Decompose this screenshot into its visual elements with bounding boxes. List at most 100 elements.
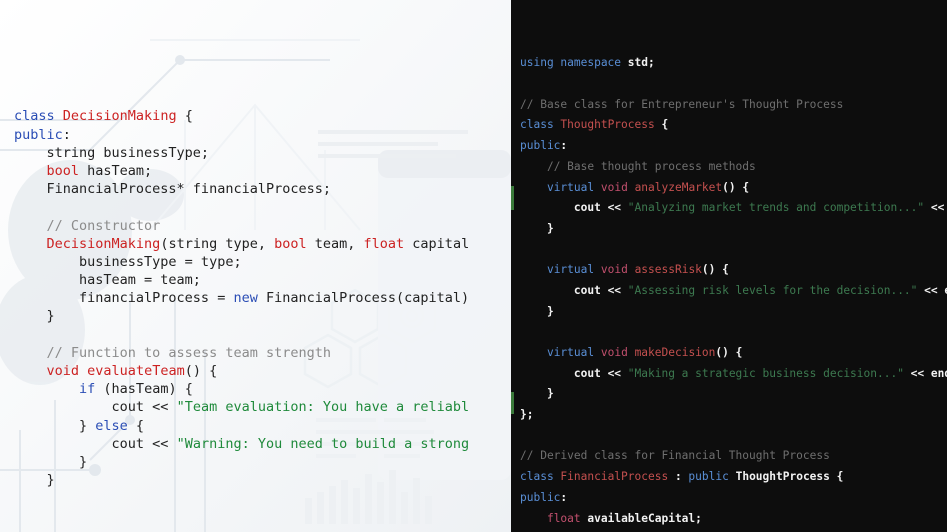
code-token: "Making a strategic business decision...… [627, 366, 904, 380]
code-token: else [95, 417, 128, 434]
right-code-block[interactable]: using namespace std; // Base class for E… [511, 0, 947, 532]
code-token: DecisionMaking [62, 108, 177, 125]
code-token: () { [184, 363, 218, 380]
left-code-line: hasTeam = team; [0, 271, 511, 289]
code-token: float [546, 511, 581, 525]
code-token: { [127, 417, 145, 434]
code-token: (string type, [160, 235, 275, 252]
code-token: void [600, 346, 628, 360]
code-token: cout << [573, 283, 628, 297]
code-token: using namespace [520, 56, 628, 70]
code-token: } [14, 472, 55, 489]
right-code-line: virtual void analyzeMarket() { [511, 178, 947, 199]
code-token: class [520, 118, 561, 132]
right-code-line: class FinancialProcess : public ThoughtP… [511, 467, 947, 488]
code-token: hasTeam; [79, 162, 153, 179]
code-token: } [14, 417, 96, 434]
code-token: cout << [14, 399, 177, 416]
code-token: virtual [546, 263, 595, 277]
code-token: capital [404, 235, 470, 252]
code-token: public [14, 126, 63, 143]
code-token: FinancialProcess(capital) [257, 290, 470, 307]
right-code-line: } [511, 384, 947, 405]
code-token: FinancialProcess [560, 470, 669, 484]
right-code-line: // Base class for Entrepreneur's Thought… [511, 95, 947, 116]
left-code-line: cout << "Team evaluation: You have a rel… [0, 398, 511, 416]
code-token: businessType = type; [14, 253, 242, 270]
light-code-panel[interactable]: class DecisionMaking { public: string bus… [0, 0, 511, 532]
code-token: // Constructor [46, 217, 161, 234]
code-token: std; [627, 56, 655, 70]
code-token: class [14, 108, 63, 125]
code-token: cout << [14, 435, 177, 452]
right-code-line [511, 426, 947, 447]
code-token: } [520, 387, 554, 401]
code-token: // Derived class for Financial Thought P… [520, 449, 830, 463]
code-token: } [14, 308, 55, 325]
screenshot-root: class DecisionMaking { public: string bus… [0, 0, 947, 532]
left-code-line: string businessType; [0, 144, 511, 162]
code-token: assessRisk [634, 263, 702, 277]
code-token: analyzeMarket [634, 180, 723, 194]
right-code-line: cout << "Assessing risk levels for the d… [511, 281, 947, 302]
right-code-line: class ThoughtProcess { [511, 115, 947, 136]
right-code-line: public: [511, 136, 947, 157]
left-code-line: // Function to assess team strength [0, 344, 511, 362]
code-token: FinancialProcess* financialProcess; [14, 181, 331, 198]
right-code-line: cout << "Making a strategic business dec… [511, 364, 947, 385]
left-code-line: businessType = type; [0, 253, 511, 271]
right-code-line: virtual void assessRisk() { [511, 260, 947, 281]
left-code-line: DecisionMaking(string type, bool team, f… [0, 235, 511, 253]
code-token: hasTeam = team; [14, 272, 201, 289]
code-token: // Base class for Entrepreneur's Thought… [520, 97, 844, 111]
left-code-line: } else { [0, 417, 511, 435]
left-code-line: } [0, 453, 511, 471]
right-code-line [511, 322, 947, 343]
right-code-line [511, 240, 947, 261]
right-code-line: virtual void makeDecision() { [511, 343, 947, 364]
code-token: } [520, 304, 554, 318]
code-token: evaluateTeam [87, 363, 185, 380]
code-token: DecisionMaking [46, 235, 161, 252]
code-token: class [520, 470, 561, 484]
code-token: { [176, 108, 193, 125]
code-token: new [233, 290, 258, 307]
gutter-change-marker [511, 186, 514, 210]
code-token: { [654, 118, 669, 132]
gutter-change-marker [511, 392, 514, 414]
code-token: cout << [573, 366, 628, 380]
left-code-line: if (hasTeam) { [0, 380, 511, 398]
left-code-line: } [0, 471, 511, 489]
left-code-block[interactable]: class DecisionMaking { public: string bus… [0, 0, 511, 532]
code-token: : [560, 490, 568, 504]
code-token: bool [274, 235, 307, 252]
code-token: void [46, 363, 80, 380]
code-token: << [924, 201, 945, 215]
left-code-line [0, 198, 511, 216]
left-code-line: // Constructor [0, 217, 511, 235]
code-token: availableCapital; [587, 511, 702, 525]
code-token: public [520, 139, 561, 153]
code-token: : [62, 126, 71, 143]
code-token: bool [46, 162, 80, 179]
code-token: virtual [546, 180, 595, 194]
code-token: // Base thought process methods [546, 159, 756, 173]
left-code-lines: class DecisionMaking { public: string bus… [0, 107, 511, 489]
dark-code-panel[interactable]: using namespace std; // Base class for E… [511, 0, 947, 532]
right-code-line: float availableCapital; [511, 509, 947, 530]
left-code-line: void evaluateTeam() { [0, 362, 511, 380]
